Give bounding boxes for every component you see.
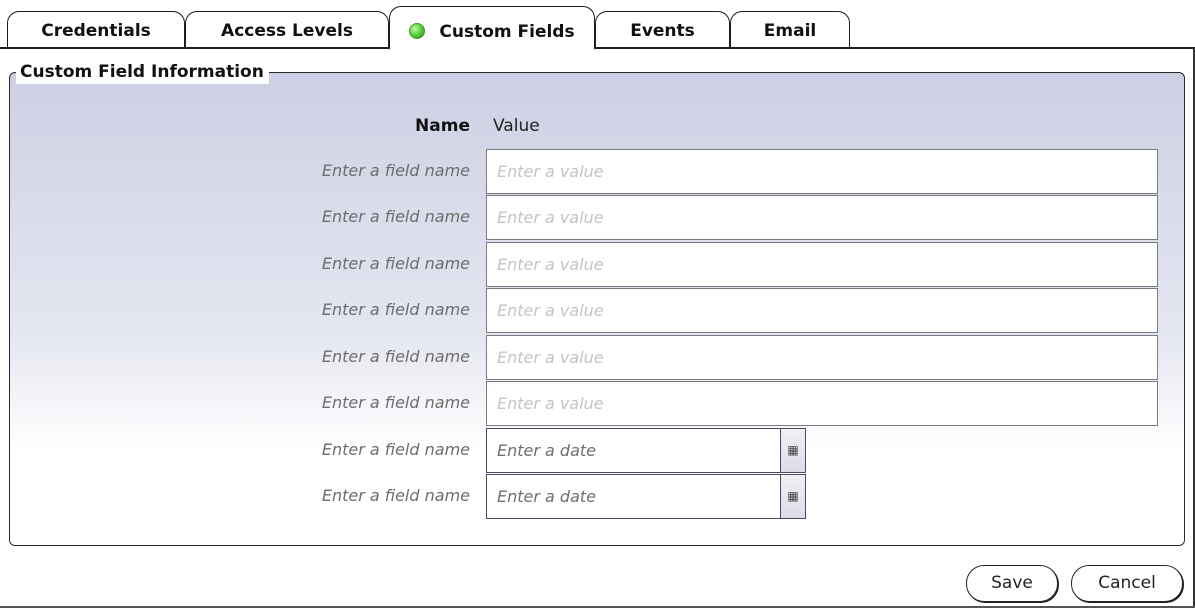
field-name-label[interactable]: Enter a field name [260,474,470,518]
field-value-input[interactable] [486,288,1158,333]
field-value-input[interactable] [486,242,1158,287]
field-value-input[interactable] [486,149,1158,194]
save-button[interactable]: Save [966,565,1058,602]
field-value-input[interactable] [486,381,1158,426]
cancel-button[interactable]: Cancel [1071,565,1183,602]
field-name-label[interactable]: Enter a field name [260,242,470,286]
tab-events[interactable]: Events [595,11,730,48]
field-name-label[interactable]: Enter a field name [260,288,470,332]
field-name-label[interactable]: Enter a field name [260,195,470,239]
field-name-label[interactable]: Enter a field name [260,428,470,472]
calendar-icon[interactable]: ▦ [780,474,806,519]
tab-credentials[interactable]: Credentials [7,11,185,48]
groupbox-legend: Custom Field Information [16,60,269,84]
tab-bar-divider [0,47,1195,49]
tab-custom-fields[interactable]: Custom Fields [389,6,595,50]
name-column-header: Name [415,116,470,136]
tab-email[interactable]: Email [730,11,850,48]
calendar-icon[interactable]: ▦ [780,428,806,473]
field-name-label[interactable]: Enter a field name [260,149,470,193]
field-name-label[interactable]: Enter a field name [260,381,470,425]
field-value-input[interactable] [486,335,1158,380]
field-name-label[interactable]: Enter a field name [260,335,470,379]
date-value-input[interactable] [486,428,782,473]
footer-divider [0,606,1195,608]
date-value-input[interactable] [486,474,782,519]
value-column-header: Value [493,116,540,136]
tab-access-levels[interactable]: Access Levels [185,11,389,48]
field-value-input[interactable] [486,195,1158,240]
status-dot-icon [409,23,426,39]
panel-right-border [1193,48,1195,608]
tab-bar: Credentials Access Levels Custom Fields … [0,0,1195,50]
tab-custom-fields-label: Custom Fields [439,22,575,42]
